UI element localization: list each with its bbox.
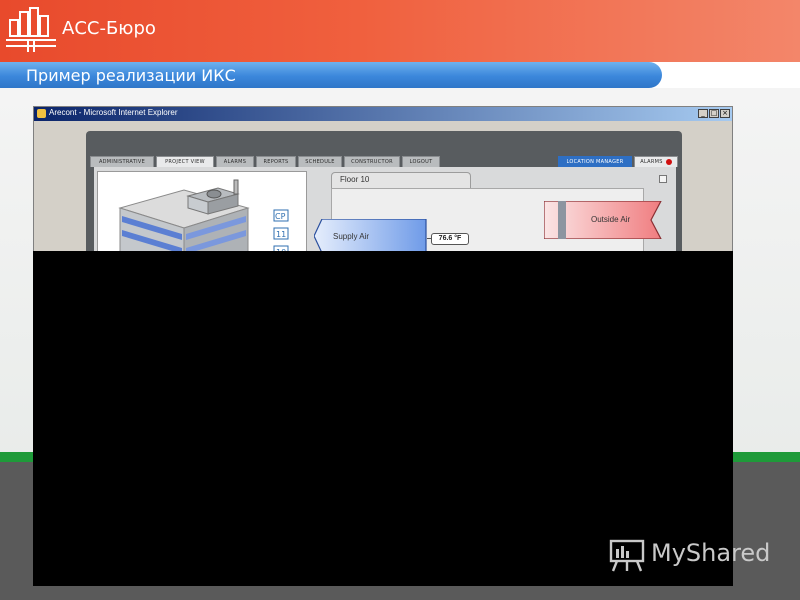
supply-air-duct: [314, 219, 427, 253]
alarms-status-label: ALARMS: [640, 159, 663, 165]
alarm-indicator-icon: [665, 158, 672, 165]
building-isometric-icon: CP 11 10: [118, 179, 289, 255]
minimize-button[interactable]: _: [698, 109, 708, 118]
tab-reports[interactable]: REPORTS: [256, 156, 296, 167]
tab-location-manager[interactable]: LOCATION MANAGER: [558, 156, 632, 167]
floor-label-11[interactable]: 11: [276, 230, 286, 239]
tab-alarms[interactable]: ALARMS: [216, 156, 254, 167]
browser-title: Arecont - Microsoft Internet Explorer: [49, 108, 178, 117]
building-panel: CP 11 10: [97, 171, 307, 255]
slide-title: Пример реализации ИКС: [26, 66, 236, 85]
tab-alarms-status[interactable]: ALARMS: [634, 156, 678, 167]
tab-schedule[interactable]: SCHEDULE: [298, 156, 342, 167]
building-logo-icon: [6, 7, 56, 52]
presentation-board-icon: [609, 539, 645, 572]
redaction-overlay: [33, 251, 733, 586]
browser-window: Arecont - Microsoft Internet Explorer _ …: [33, 106, 733, 256]
tab-constructor[interactable]: CONSTRUCTOR: [344, 156, 400, 167]
supply-air-label: Supply Air: [333, 232, 370, 241]
maximize-button[interactable]: □: [709, 109, 719, 118]
outside-air-label: Outside Air: [591, 215, 631, 224]
watermark: MyShared: [607, 537, 777, 573]
tab-project-view[interactable]: PROJECT VIEW: [156, 156, 214, 167]
close-button[interactable]: ×: [720, 109, 730, 118]
ie-icon: [37, 109, 46, 118]
tab-administrative[interactable]: ADMINISTRATIVE: [90, 156, 154, 167]
browser-titlebar: Arecont - Microsoft Internet Explorer _ …: [34, 107, 732, 121]
panel-close-icon[interactable]: [659, 175, 667, 183]
tab-logout[interactable]: LOGOUT: [402, 156, 440, 167]
brand-name: АСС-Бюро: [62, 18, 156, 39]
watermark-text: MyShared: [651, 539, 771, 567]
supply-air-temperature: 76.6 °F: [431, 233, 469, 245]
floor-label-cp[interactable]: CP: [275, 212, 286, 221]
floor-tab[interactable]: Floor 10: [331, 172, 471, 188]
